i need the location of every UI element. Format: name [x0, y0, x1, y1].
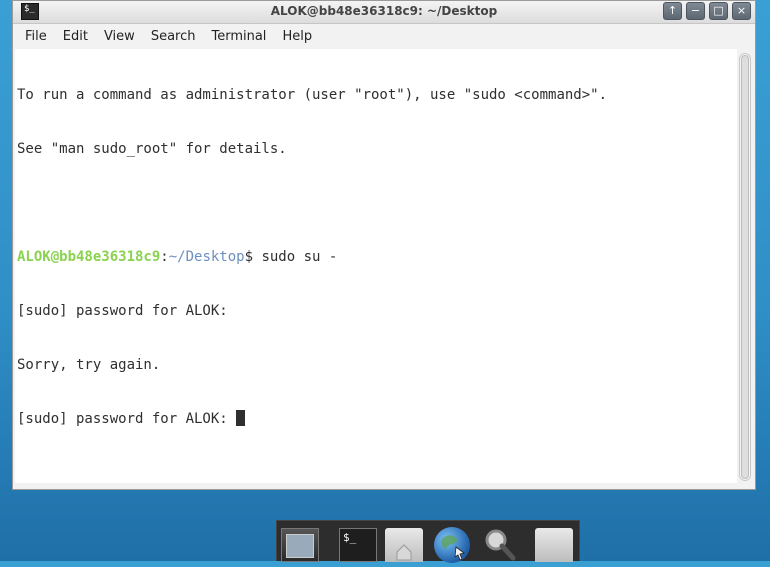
- minimize-icon[interactable]: −: [686, 2, 705, 20]
- prompt-user: ALOK@bb48e36318c9: [17, 249, 161, 265]
- text-cursor: [236, 410, 246, 426]
- files-icon[interactable]: [535, 528, 573, 562]
- menu-edit[interactable]: Edit: [55, 29, 96, 44]
- window-icon[interactable]: [281, 528, 319, 562]
- menu-search[interactable]: Search: [143, 29, 204, 44]
- search-icon[interactable]: [481, 528, 519, 562]
- menu-terminal[interactable]: Terminal: [203, 29, 274, 44]
- terminal-line: [sudo] password for ALOK:: [17, 303, 228, 319]
- maximize-icon[interactable]: □: [709, 2, 728, 20]
- terminal-window: $_ ALOK@bb48e36318c9: ~/Desktop ↑ − □ × …: [12, 0, 756, 490]
- web-browser-icon[interactable]: [434, 527, 470, 563]
- password-prompt-line: [sudo] password for ALOK:: [17, 410, 737, 428]
- prompt-separator: :: [160, 249, 169, 265]
- password-prompt: [sudo] password for ALOK:: [17, 411, 237, 427]
- vertical-scrollbar[interactable]: [739, 53, 751, 481]
- menu-bar: File Edit View Search Terminal Help: [13, 24, 755, 48]
- terminal-icon[interactable]: $_: [339, 528, 377, 562]
- menu-file[interactable]: File: [17, 29, 55, 44]
- scrollbar-thumb[interactable]: [741, 55, 749, 479]
- menu-view[interactable]: View: [96, 29, 143, 44]
- keep-above-icon[interactable]: ↑: [663, 2, 682, 20]
- dock: $_: [276, 520, 580, 563]
- prompt-path: ~/Desktop: [168, 249, 245, 265]
- prompt-line: ALOK@bb48e36318c9:~/Desktop$ sudo su -: [17, 248, 737, 266]
- window-controls: ↑ − □ ×: [663, 2, 751, 22]
- menu-help[interactable]: Help: [274, 29, 320, 44]
- terminal-line: See "man sudo_root" for details.: [17, 141, 287, 157]
- terminal-line: Sorry, try again.: [17, 357, 161, 373]
- title-bar[interactable]: $_ ALOK@bb48e36318c9: ~/Desktop ↑ − □ ×: [13, 1, 755, 24]
- prompt-symbol: $: [244, 249, 262, 265]
- terminal-line: To run a command as administrator (user …: [17, 87, 608, 103]
- window-title: ALOK@bb48e36318c9: ~/Desktop: [270, 4, 498, 18]
- terminal-output[interactable]: To run a command as administrator (user …: [15, 49, 737, 483]
- command-text: sudo su -: [261, 249, 338, 265]
- home-folder-icon[interactable]: [385, 528, 423, 562]
- close-icon[interactable]: ×: [732, 2, 751, 20]
